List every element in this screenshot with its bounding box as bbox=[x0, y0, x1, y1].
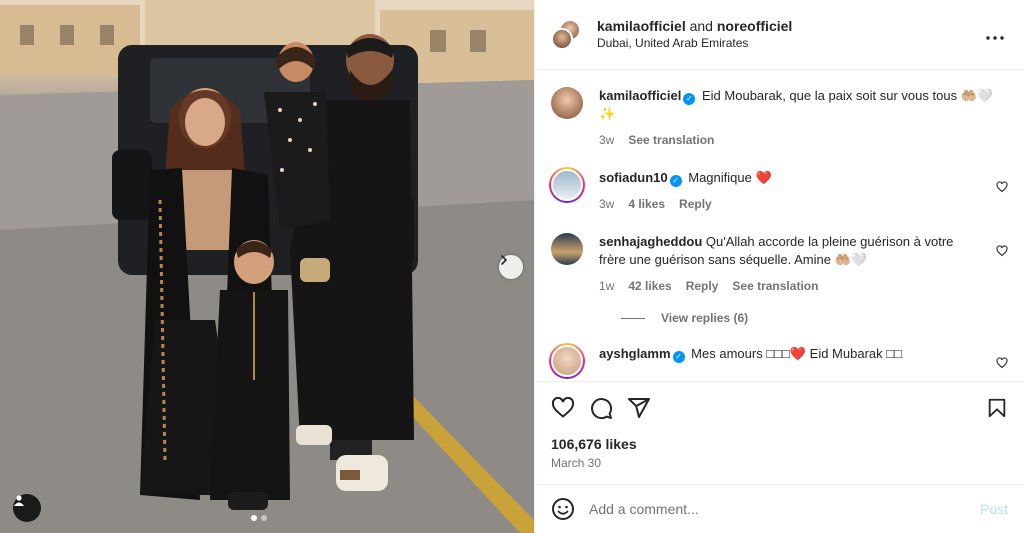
post-location[interactable]: Dubai, United Arab Emirates bbox=[597, 35, 982, 52]
more-options-button[interactable] bbox=[982, 24, 1008, 45]
comment-likes[interactable]: 42 likes bbox=[628, 277, 671, 295]
action-bar bbox=[551, 394, 1008, 422]
comment-item: ayshglamm ✓ Mes amours □□□❤️ Eid Mubarak … bbox=[549, 343, 1008, 379]
like-comment-button[interactable] bbox=[996, 357, 1008, 372]
comment-item: senhajagheddou Qu'Allah accorde la plein… bbox=[551, 233, 1008, 295]
carousel-indicator bbox=[251, 515, 267, 521]
tagged-users-button[interactable] bbox=[13, 494, 41, 522]
share-button[interactable] bbox=[627, 396, 651, 420]
avatar bbox=[551, 345, 583, 377]
see-translation-link[interactable]: See translation bbox=[628, 131, 714, 149]
post-photo[interactable] bbox=[0, 0, 534, 533]
reply-button[interactable]: Reply bbox=[686, 277, 719, 295]
heart-icon bbox=[996, 245, 1008, 257]
share-icon bbox=[628, 398, 650, 418]
comment-time[interactable]: 1w bbox=[599, 277, 614, 295]
photo-illustration bbox=[0, 0, 534, 533]
story-ring[interactable] bbox=[549, 167, 585, 203]
reply-button[interactable]: Reply bbox=[679, 195, 712, 213]
chevron-right-icon bbox=[501, 255, 508, 265]
post-date[interactable]: March 30 bbox=[551, 456, 1008, 470]
like-comment-button[interactable] bbox=[996, 245, 1008, 260]
emoji-button[interactable] bbox=[551, 497, 575, 521]
comment-body: sofiadun10 ✓ Magnifique ❤️ 3w 4 likes Rep… bbox=[599, 169, 1008, 213]
collaborator-username[interactable]: noreofficiel bbox=[717, 18, 792, 34]
comment-icon bbox=[591, 398, 613, 420]
user-tag-icon bbox=[14, 495, 24, 506]
comment-username[interactable]: ayshglamm bbox=[599, 346, 671, 361]
comment-input[interactable] bbox=[589, 501, 980, 517]
like-button[interactable] bbox=[551, 396, 575, 420]
comment-time[interactable]: 3w bbox=[599, 195, 614, 213]
carousel-dot-active bbox=[251, 515, 257, 521]
see-translation-link[interactable]: See translation bbox=[732, 277, 818, 295]
avatar bbox=[551, 27, 573, 50]
comment-meta: 1w 42 likes Reply See translation bbox=[599, 277, 982, 295]
bookmark-icon bbox=[988, 398, 1006, 418]
view-replies-label: View replies (6) bbox=[661, 311, 749, 325]
like-comment-button[interactable] bbox=[996, 181, 1008, 196]
save-button[interactable] bbox=[986, 397, 1008, 419]
add-comment-bar: Post bbox=[535, 484, 1024, 533]
comment-likes[interactable]: 4 likes bbox=[628, 195, 665, 213]
and-text: and bbox=[689, 17, 713, 34]
comment-body: ayshglamm ✓ Mes amours □□□❤️ Eid Mubarak … bbox=[599, 345, 1008, 379]
header-title: kamilaofficiel and noreofficiel bbox=[597, 18, 982, 35]
comment-item: sofiadun10 ✓ Magnifique ❤️ 3w 4 likes Rep… bbox=[549, 167, 1008, 213]
avatar[interactable] bbox=[551, 233, 583, 265]
comment-button[interactable] bbox=[589, 396, 613, 420]
caption-meta: 3w See translation bbox=[599, 131, 1008, 149]
verified-icon: ✓ bbox=[672, 351, 685, 363]
verified-icon: ✓ bbox=[669, 175, 682, 187]
avatar bbox=[551, 169, 583, 201]
post-header: kamilaofficiel and noreofficiel Dubai, U… bbox=[535, 0, 1024, 70]
divider bbox=[621, 317, 645, 319]
caption: kamilaofficiel ✓ Eid Moubarak, que la pai… bbox=[551, 87, 1008, 149]
comments-list[interactable]: kamilaofficiel ✓ Eid Moubarak, que la pai… bbox=[535, 71, 1024, 381]
caption-body: kamilaofficiel ✓ Eid Moubarak, que la pai… bbox=[599, 87, 1008, 149]
comment-text: Mes amours □□□❤️ Eid Mubarak □□ bbox=[691, 346, 902, 361]
more-horizontal-icon bbox=[986, 36, 1004, 40]
post-details-panel: kamilaofficiel and noreofficiel Dubai, U… bbox=[534, 0, 1024, 533]
comment-meta: 3w 4 likes Reply bbox=[599, 195, 982, 213]
next-slide-button[interactable] bbox=[499, 255, 523, 279]
heart-icon bbox=[551, 396, 575, 418]
caption-time[interactable]: 3w bbox=[599, 131, 614, 149]
collab-avatars[interactable] bbox=[551, 18, 583, 51]
carousel-dot bbox=[261, 515, 267, 521]
author-username[interactable]: kamilaofficiel bbox=[597, 18, 686, 34]
header-text: kamilaofficiel and noreofficiel Dubai, U… bbox=[597, 18, 982, 52]
comment-text: Magnifique ❤️ bbox=[688, 170, 772, 185]
comment-body: senhajagheddou Qu'Allah accorde la plein… bbox=[599, 233, 1008, 295]
comment-username[interactable]: sofiadun10 bbox=[599, 170, 668, 185]
heart-icon bbox=[996, 181, 1008, 193]
post-actions: 106,676 likes March 30 bbox=[535, 381, 1024, 470]
comment-username[interactable]: senhajagheddou bbox=[599, 234, 702, 249]
caption-username[interactable]: kamilaofficiel bbox=[599, 88, 681, 103]
post-comment-button[interactable]: Post bbox=[980, 501, 1008, 517]
avatar[interactable] bbox=[551, 87, 583, 119]
likes-count[interactable]: 106,676 likes bbox=[551, 436, 1008, 452]
emoji-icon bbox=[552, 498, 574, 520]
verified-icon: ✓ bbox=[683, 93, 696, 105]
story-ring[interactable] bbox=[549, 343, 585, 379]
heart-icon bbox=[996, 357, 1008, 369]
view-replies-button[interactable]: View replies (6) bbox=[599, 311, 1008, 325]
